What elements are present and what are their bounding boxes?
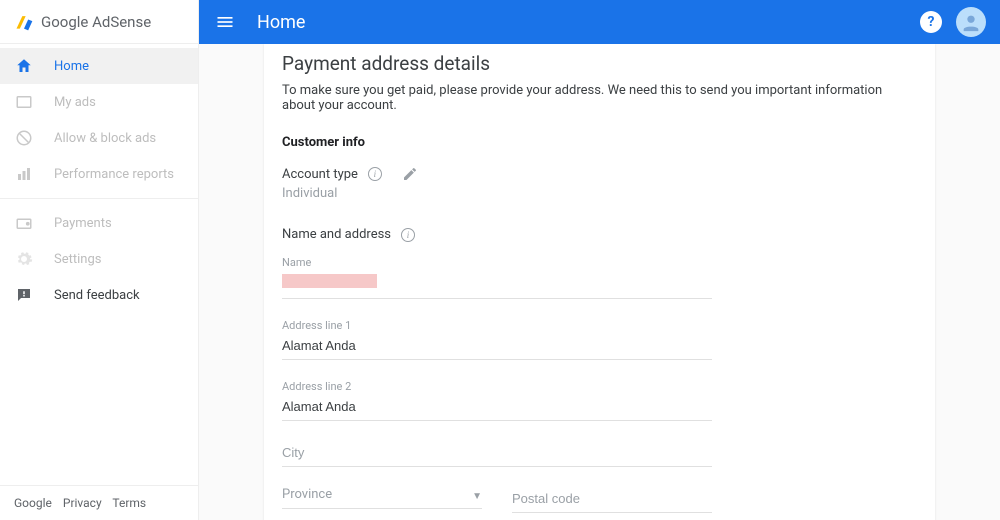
footer-terms[interactable]: Terms xyxy=(112,496,146,510)
address-line-2-input[interactable] xyxy=(282,395,712,421)
account-type-label: Account type xyxy=(282,167,358,182)
main: Home ? Payment address details To make s… xyxy=(199,0,1000,520)
info-icon[interactable]: i xyxy=(401,228,415,242)
feedback-icon xyxy=(14,285,34,305)
footer-privacy[interactable]: Privacy xyxy=(63,496,102,510)
field-label: Address line 1 xyxy=(282,319,712,332)
help-icon[interactable]: ? xyxy=(920,11,942,33)
name-redacted xyxy=(282,274,377,288)
field-name: Name xyxy=(282,256,712,299)
info-icon[interactable]: i xyxy=(368,167,382,181)
adsense-logo-icon xyxy=(14,12,34,32)
gear-icon xyxy=(14,249,34,269)
chevron-down-icon: ▼ xyxy=(472,491,482,502)
menu-icon[interactable] xyxy=(213,10,237,34)
reports-icon xyxy=(14,164,34,184)
block-icon xyxy=(14,128,34,148)
page-title: Home xyxy=(257,12,920,33)
brand-text: Google AdSense xyxy=(41,13,151,31)
sidebar-item-my-ads[interactable]: My ads xyxy=(0,84,198,120)
heading: Payment address details xyxy=(282,52,917,75)
section-customer-info: Customer info xyxy=(282,135,917,150)
subheading: To make sure you get paid, please provid… xyxy=(282,83,917,113)
sidebar-item-home[interactable]: Home xyxy=(0,48,198,84)
field-label: Name xyxy=(282,256,712,269)
sidebar-item-settings[interactable]: Settings xyxy=(0,241,198,277)
avatar[interactable] xyxy=(956,7,986,37)
footer-google[interactable]: Google xyxy=(14,496,52,510)
account-type-value: Individual xyxy=(282,186,917,201)
province-select[interactable]: Province ▼ xyxy=(282,487,482,509)
sidebar-footer: Google Privacy Terms xyxy=(0,485,198,520)
field-address-2: Address line 2 xyxy=(282,380,712,421)
name-address-label: Name and address xyxy=(282,227,391,242)
field-address-1: Address line 1 xyxy=(282,319,712,360)
sidebar-item-label: Home xyxy=(54,59,89,74)
sidebar-item-label: Allow & block ads xyxy=(54,131,156,146)
sidebar-item-label: Payments xyxy=(54,216,112,231)
account-type-row: Account type i xyxy=(282,166,917,182)
payments-icon xyxy=(14,213,34,233)
ads-icon xyxy=(14,92,34,112)
edit-icon[interactable] xyxy=(402,166,418,182)
card: Payment address details To make sure you… xyxy=(264,44,935,520)
brand: Google AdSense xyxy=(0,0,198,44)
sidebar-item-label: My ads xyxy=(54,95,96,110)
nav: Home My ads Allow & block ads Performanc… xyxy=(0,44,198,485)
sidebar-item-payments[interactable]: Payments xyxy=(0,205,198,241)
address-line-1-input[interactable] xyxy=(282,334,712,360)
field-city xyxy=(282,441,712,467)
sidebar-item-label: Performance reports xyxy=(54,167,174,182)
sidebar-item-allow-block[interactable]: Allow & block ads xyxy=(0,120,198,156)
sidebar-item-reports[interactable]: Performance reports xyxy=(0,156,198,192)
province-postal-row: Province ▼ xyxy=(282,487,712,513)
home-icon xyxy=(14,56,34,76)
postal-code-input[interactable] xyxy=(512,487,712,513)
content: Payment address details To make sure you… xyxy=(199,44,1000,520)
city-input[interactable] xyxy=(282,441,712,467)
topbar: Home ? xyxy=(199,0,1000,44)
sidebar: Google AdSense Home My ads Allow & b xyxy=(0,0,199,520)
name-address-row: Name and address i xyxy=(282,227,917,242)
sidebar-item-label: Send feedback xyxy=(54,288,140,303)
sidebar-item-label: Settings xyxy=(54,252,101,267)
field-label: Address line 2 xyxy=(282,380,712,393)
sidebar-item-feedback[interactable]: Send feedback xyxy=(0,277,198,313)
province-placeholder: Province xyxy=(282,487,472,502)
nav-separator xyxy=(0,198,198,199)
